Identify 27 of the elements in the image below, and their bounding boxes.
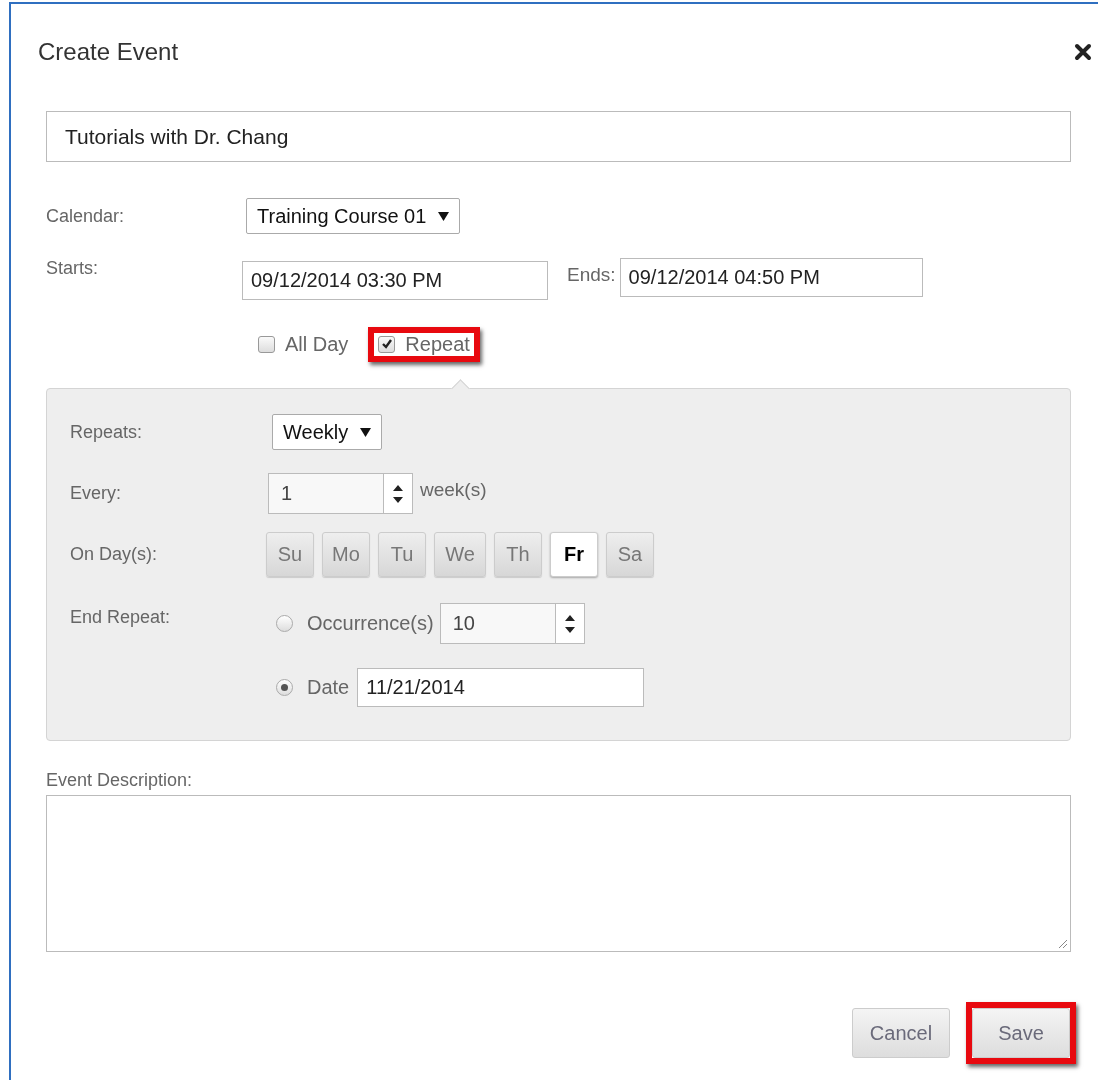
title-field[interactable]: Tutorials with Dr. Chang (46, 111, 1071, 162)
dialog-button[interactable]: Save (972, 1008, 1070, 1058)
day-toggle[interactable]: Fr (550, 532, 598, 577)
number-field[interactable]: 1 (268, 473, 384, 514)
field-label: Every: (70, 483, 122, 504)
repeats-dropdown[interactable]: Weekly (272, 414, 383, 450)
date-field[interactable]: 11/21/2014 (357, 668, 645, 707)
dialog-title: Create Event (38, 37, 179, 66)
end-field[interactable]: 09/12/2014 04:50 PM (619, 258, 923, 297)
field-label: Starts: (46, 258, 99, 279)
unit-label: week(s) (420, 478, 487, 501)
radio-label: Occurrence(s) (307, 612, 434, 635)
day-toggle[interactable]: Th (494, 532, 542, 577)
radio-label: Date (307, 676, 350, 699)
day-toggle[interactable]: Sa (606, 532, 654, 577)
field-label: Ends: (567, 264, 616, 286)
number-field[interactable]: 10 (439, 603, 556, 644)
field-label: End Repeat: (70, 607, 172, 628)
dialog-button[interactable]: Cancel (852, 1008, 950, 1058)
field-label: Calendar: (46, 205, 126, 227)
field-label: On Day(s): (70, 544, 158, 565)
checkbox-label: All Day (285, 332, 349, 356)
field-label: Event Description: (46, 770, 194, 791)
start-field[interactable]: 09/12/2014 03:30 PM (242, 261, 548, 300)
field-label: Repeats: (70, 421, 144, 443)
calendar-dropdown[interactable]: Training Course 01 (246, 198, 461, 234)
checkbox-label: Repeat (405, 332, 470, 356)
